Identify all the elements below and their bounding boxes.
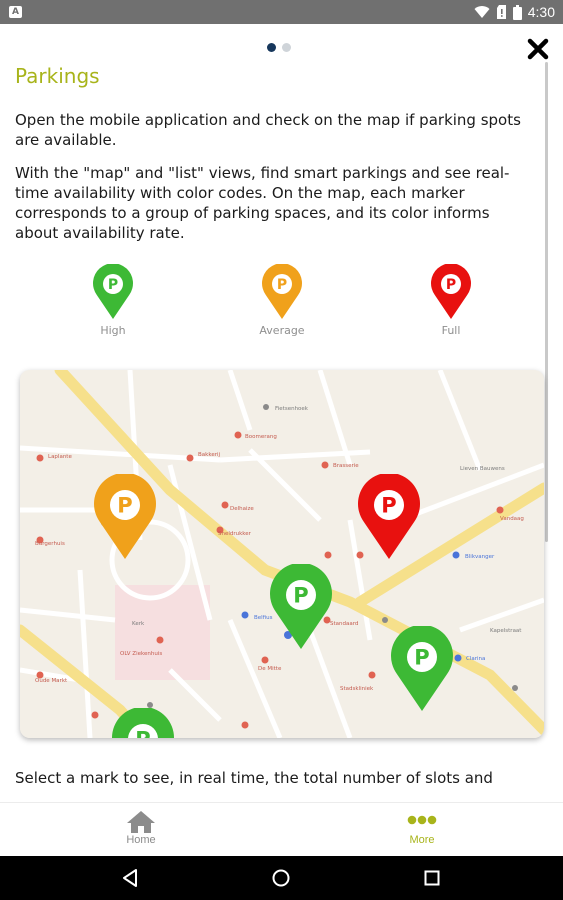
back-icon[interactable] [117,866,143,890]
tutorial-page: Parkings Open the mobile application and… [0,24,563,802]
svg-text:Blikvanger: Blikvanger [465,554,495,560]
parking-marker-high[interactable]: P [269,564,333,650]
more-dots-icon [407,815,437,825]
scrollbar[interactable] [545,62,548,542]
parking-marker-icon: P [431,264,471,319]
bottom-navigation: Home More [0,802,563,857]
svg-text:Lieven Bauwens: Lieven Bauwens [460,466,505,472]
instruction-paragraph: Select a mark to see, in real time, the … [15,769,493,787]
page-indicator [267,43,291,52]
legend-item-full: P Full [406,264,496,337]
description-paragraph: With the "map" and "list" views, find sm… [15,164,510,242]
parking-marker-high[interactable]: P [390,626,454,712]
parking-marker-high[interactable]: P [111,708,175,738]
parking-marker-average[interactable]: P [93,474,157,560]
page-dot-inactive[interactable] [282,43,291,52]
parking-marker-icon: P [93,264,133,319]
svg-text:P: P [135,728,150,739]
svg-text:P: P [117,494,132,518]
clock: 4:30 [527,4,555,20]
recents-icon[interactable] [419,866,445,890]
svg-text:Oude Markt: Oude Markt [35,678,68,684]
svg-text:P: P [293,584,308,608]
svg-text:Stadskliniek: Stadskliniek [340,686,374,692]
svg-text:P: P [277,277,287,293]
legend-item-high: P High [68,264,158,337]
page-dot-active[interactable] [267,43,276,52]
system-navigation-bar [0,856,563,900]
legend-label-average: Average [259,324,305,337]
svg-text:Bakkerij: Bakkerij [198,452,220,458]
nav-home-label: Home [126,834,156,846]
app-notification-icon: A [9,6,22,18]
home-circle-icon[interactable] [268,866,294,890]
battery-icon [512,4,522,20]
status-bar: A 4:30 [0,0,563,24]
parking-marker-full[interactable]: P [357,474,421,560]
svg-text:Laplante: Laplante [48,454,72,460]
svg-text:Clarina: Clarina [466,656,485,662]
svg-text:Vandaag: Vandaag [500,516,524,522]
svg-text:Kerk: Kerk [132,621,145,627]
svg-text:Kapelstraat: Kapelstraat [490,628,522,634]
system-icons: 4:30 [474,0,555,24]
wifi-icon [474,6,490,19]
nav-more[interactable]: More [352,803,492,857]
legend-label-full: Full [441,324,461,337]
svg-text:Delhaize: Delhaize [230,506,254,512]
svg-text:OLV Ziekenhuis: OLV Ziekenhuis [120,651,162,657]
no-sim-icon [496,5,506,19]
home-icon [127,811,155,833]
svg-text:P: P [446,277,456,293]
page-title: Parkings [15,64,100,88]
svg-text:Fietsenhoek: Fietsenhoek [275,406,309,412]
svg-text:Standaard: Standaard [330,621,358,627]
map-illustration: Fietsenhoek Laplante Bakkerij Boomerang … [20,370,544,738]
svg-text:Sneldrukker: Sneldrukker [218,531,252,537]
svg-text:P: P [381,494,396,518]
svg-text:P: P [108,277,118,293]
svg-text:Burgerhuis: Burgerhuis [35,541,65,547]
parking-marker-icon: P [262,264,302,319]
svg-text:Boomerang: Boomerang [245,434,277,440]
svg-text:De Mitte: De Mitte [258,666,282,672]
legend-label-high: High [100,324,126,337]
svg-text:Brasserie: Brasserie [333,463,359,469]
legend-item-average: P Average [237,264,327,337]
nav-home[interactable]: Home [71,803,211,857]
close-icon [527,38,549,60]
nav-more-label: More [409,834,435,846]
intro-paragraph: Open the mobile application and check on… [15,111,521,149]
close-button[interactable] [525,36,551,62]
svg-text:P: P [414,646,429,670]
